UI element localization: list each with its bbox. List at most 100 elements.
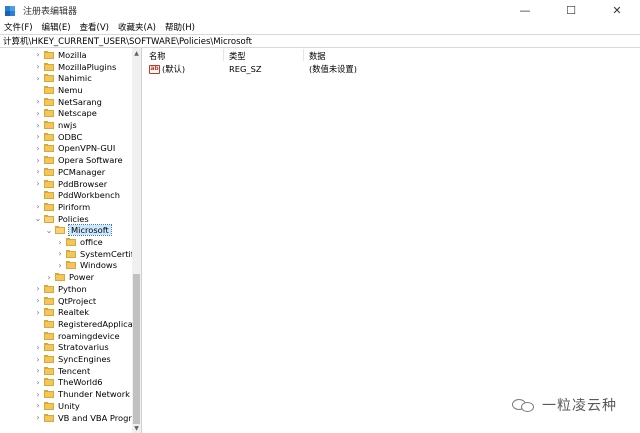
chevron-right-icon[interactable]: ›	[34, 202, 42, 212]
tree-item[interactable]: PddWorkbench	[34, 189, 120, 201]
folder-icon	[66, 261, 76, 270]
tree-item[interactable]: › Mozilla	[34, 49, 86, 61]
chevron-right-icon[interactable]: ›	[34, 108, 42, 118]
chevron-right-icon[interactable]: ›	[34, 342, 42, 352]
chevron-right-icon[interactable]: ›	[34, 377, 42, 387]
tree-item[interactable]: › Tencent	[34, 365, 90, 377]
tree-item[interactable]: ⌄ Policies	[34, 213, 89, 225]
tree-item[interactable]: ⌄ Microsoft	[45, 224, 112, 237]
close-button[interactable]: ✕	[594, 0, 640, 20]
tree-item[interactable]: › OpenVPN-GUI	[34, 143, 115, 155]
column-header-name[interactable]: 名称	[149, 50, 166, 61]
tree-item[interactable]: › Power	[45, 271, 94, 283]
tree-item[interactable]: › Piriform	[34, 201, 90, 213]
folder-icon	[44, 144, 54, 153]
address-bar[interactable]: 计算机\HKEY_CURRENT_USER\SOFTWARE\Policies\…	[0, 34, 640, 48]
tree-item-label: Nemu	[58, 84, 83, 95]
menu-view[interactable]: 查看(V)	[80, 21, 109, 33]
chevron-right-icon[interactable]: ›	[34, 179, 42, 189]
chevron-down-icon[interactable]: ⌄	[45, 225, 53, 235]
chevron-right-icon[interactable]: ›	[34, 120, 42, 130]
tree-item-label: Thunder Network	[58, 389, 130, 400]
chevron-right-icon[interactable]: ›	[34, 167, 42, 177]
scroll-up-icon[interactable]: ▲	[132, 48, 141, 58]
tree-item[interactable]: › nwjs	[34, 119, 77, 131]
scroll-thumb[interactable]	[133, 274, 140, 424]
tree-item-label: Tencent	[58, 365, 91, 376]
chevron-right-icon[interactable]: ›	[34, 155, 42, 165]
tree-item[interactable]: › MozillaPlugins	[34, 61, 116, 73]
tree-item[interactable]: Nemu	[34, 84, 83, 96]
chevron-right-icon[interactable]: ›	[34, 284, 42, 294]
chevron-right-icon[interactable]: ›	[34, 97, 42, 107]
watermark: 一粒凌云种	[512, 396, 617, 414]
chevron-down-icon[interactable]: ⌄	[34, 214, 42, 224]
tree-item-label: Power	[69, 272, 95, 283]
tree-item-label: MozillaPlugins	[58, 61, 117, 72]
chevron-right-icon[interactable]: ›	[34, 62, 42, 72]
tree-item[interactable]: roamingdevice	[34, 330, 120, 342]
wechat-icon	[512, 397, 536, 413]
chevron-right-icon[interactable]: ›	[56, 249, 64, 259]
folder-icon	[44, 390, 54, 399]
tree-item-label: nwjs	[58, 120, 77, 131]
tree-item[interactable]: › VB and VBA Progra	[34, 412, 136, 424]
tree-item[interactable]: › SystemCertifi	[56, 248, 136, 260]
tree-item[interactable]: › Netscape	[34, 108, 97, 120]
tree-item[interactable]: › NetSarang	[34, 96, 102, 108]
tree-item[interactable]: › PddBrowser	[34, 178, 107, 190]
tree-item[interactable]: › Unity	[34, 400, 79, 412]
tree-item[interactable]: › ODBC	[34, 131, 82, 143]
chevron-right-icon[interactable]: ›	[34, 401, 42, 411]
maximize-button[interactable]: ☐	[548, 0, 594, 20]
tree-item[interactable]: › Realtek	[34, 306, 89, 318]
tree-item-label: NetSarang	[58, 96, 102, 107]
column-header-data[interactable]: 数据	[309, 50, 326, 61]
value-name-cell: ab (默认)	[149, 63, 185, 75]
chevron-right-icon[interactable]: ›	[34, 143, 42, 153]
tree-item[interactable]: › QtProject	[34, 295, 96, 307]
chevron-right-icon[interactable]: ›	[34, 50, 42, 60]
column-header-type[interactable]: 类型	[229, 50, 246, 61]
tree-item[interactable]: › Stratovarius	[34, 342, 108, 354]
chevron-right-icon[interactable]: ›	[34, 366, 42, 376]
chevron-right-icon[interactable]: ›	[34, 413, 42, 423]
tree-item[interactable]: RegisteredApplica	[34, 318, 133, 330]
values-pane: 名称 类型 数据 ab (默认) REG_SZ (数值未设置)	[145, 48, 640, 433]
tree-item[interactable]: › Windows	[56, 260, 117, 272]
folder-icon	[44, 132, 54, 141]
tree-item[interactable]: › Thunder Network	[34, 388, 130, 400]
tree-item[interactable]: › PCManager	[34, 166, 105, 178]
watermark-text: 一粒凌云种	[542, 398, 617, 414]
scroll-down-icon[interactable]: ▼	[132, 423, 141, 433]
chevron-right-icon[interactable]: ›	[45, 272, 53, 282]
folder-icon	[44, 296, 54, 305]
chevron-right-icon[interactable]: ›	[34, 389, 42, 399]
tree-item[interactable]: › TheWorld6	[34, 377, 102, 389]
menu-bar: 文件(F) 编辑(E) 查看(V) 收藏夹(A) 帮助(H)	[0, 20, 640, 34]
tree-item[interactable]: › SyncEngines	[34, 353, 110, 365]
menu-file[interactable]: 文件(F)	[4, 21, 33, 33]
tree-item-label: PCManager	[58, 166, 106, 177]
tree-item-label: SystemCertifi	[80, 248, 137, 259]
tree-scrollbar[interactable]: ▲ ▼	[132, 48, 141, 433]
folder-icon	[44, 378, 54, 387]
menu-help[interactable]: 帮助(H)	[165, 21, 195, 33]
menu-favorites[interactable]: 收藏夹(A)	[118, 21, 156, 33]
chevron-right-icon[interactable]: ›	[34, 354, 42, 364]
chevron-right-icon[interactable]: ›	[56, 260, 64, 270]
minimize-button[interactable]: —	[502, 0, 548, 20]
tree-item[interactable]: › office	[56, 236, 102, 248]
chevron-right-icon[interactable]: ›	[34, 307, 42, 317]
column-separator[interactable]	[303, 49, 304, 61]
tree-item[interactable]: › Python	[34, 283, 86, 295]
tree-item[interactable]: › Opera Software	[34, 154, 122, 166]
value-row[interactable]: ab (默认) REG_SZ (数值未设置)	[145, 63, 640, 75]
chevron-right-icon[interactable]: ›	[56, 237, 64, 247]
chevron-right-icon[interactable]: ›	[34, 132, 42, 142]
menu-edit[interactable]: 编辑(E)	[42, 21, 71, 33]
tree-item[interactable]: › Nahimic	[34, 72, 91, 84]
chevron-right-icon[interactable]: ›	[34, 73, 42, 83]
column-separator[interactable]	[223, 49, 224, 61]
chevron-right-icon[interactable]: ›	[34, 296, 42, 306]
